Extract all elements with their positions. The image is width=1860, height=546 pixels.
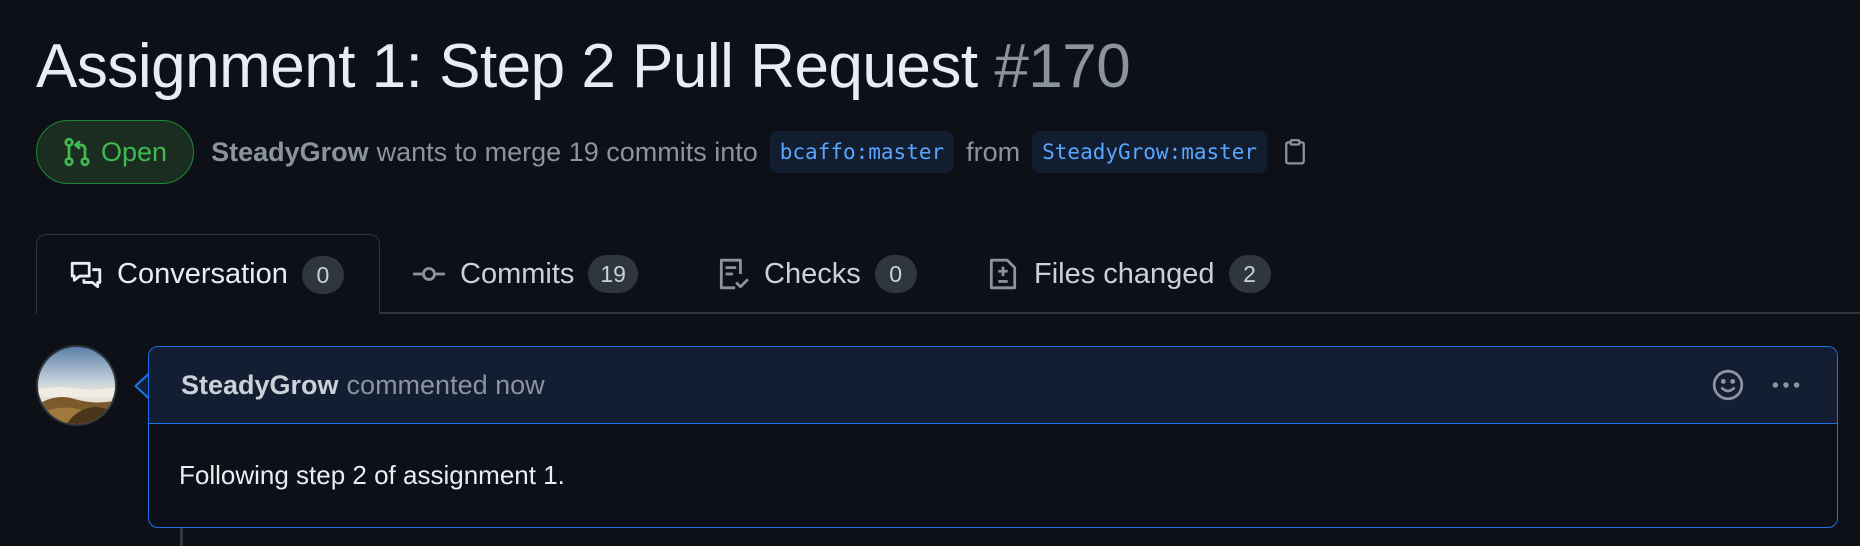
pr-state-row: Open SteadyGrow wants to merge 19 commit… [36,120,1309,184]
tab-counter: 2 [1228,255,1271,293]
avatar[interactable] [36,345,117,426]
checklist-icon [719,258,749,290]
file-diff-icon [989,258,1017,290]
comment-header: SteadyGrow commented now [149,347,1837,424]
tab-label: Files changed [1034,257,1215,290]
git-pull-request-icon [64,137,90,167]
copy-icon[interactable] [1281,138,1309,166]
pr-number: #170 [994,32,1131,101]
tab-counter: 0 [874,255,917,293]
comment-discussion-icon [70,261,102,288]
pr-meta: SteadyGrow wants to merge 19 commits int… [211,131,1309,173]
kebab-horizontal-icon[interactable] [1769,368,1803,402]
tab-counter: 0 [301,255,344,294]
pr-author-link[interactable]: SteadyGrow [211,137,369,168]
timeline-line [180,528,183,546]
tab-conversation[interactable]: Conversation 0 [36,234,380,314]
state-badge: Open [36,120,195,184]
smiley-icon[interactable] [1711,368,1745,402]
comment-timestamp[interactable]: commented now [347,370,545,401]
pr-tabs: Conversation 0 Commits 19 Checks 0 Files… [0,234,1860,314]
comment-body: Following step 2 of assignment 1. [179,460,565,490]
tab-label: Conversation [117,258,288,290]
tab-counter: 19 [588,255,638,293]
from-text: from [966,136,1021,167]
tab-label: Checks [764,257,861,290]
comment-author-link[interactable]: SteadyGrow [181,370,339,401]
tab-checks[interactable]: Checks 0 [716,234,917,314]
comment-actions [1711,368,1803,402]
avatar-landscape-image [38,347,115,424]
merge-text: wants to merge 19 commits into [376,136,758,167]
pull-request-page: Assignment 1: Step 2 Pull Request #170 O… [0,0,1860,546]
tab-commits[interactable]: Commits 19 [412,234,638,314]
head-branch[interactable]: SteadyGrow:master [1032,131,1268,173]
tab-label: Commits [460,257,575,290]
pr-title: Assignment 1: Step 2 Pull Request [36,32,978,101]
page-title: Assignment 1: Step 2 Pull Request #170 [36,28,1131,106]
state-label: Open [101,136,168,167]
comment-box: SteadyGrow commented now Following step … [148,346,1838,528]
base-branch[interactable]: bcaffo:master [769,131,955,173]
git-commit-icon [413,267,445,281]
tab-files-changed[interactable]: Files changed 2 [986,234,1271,314]
